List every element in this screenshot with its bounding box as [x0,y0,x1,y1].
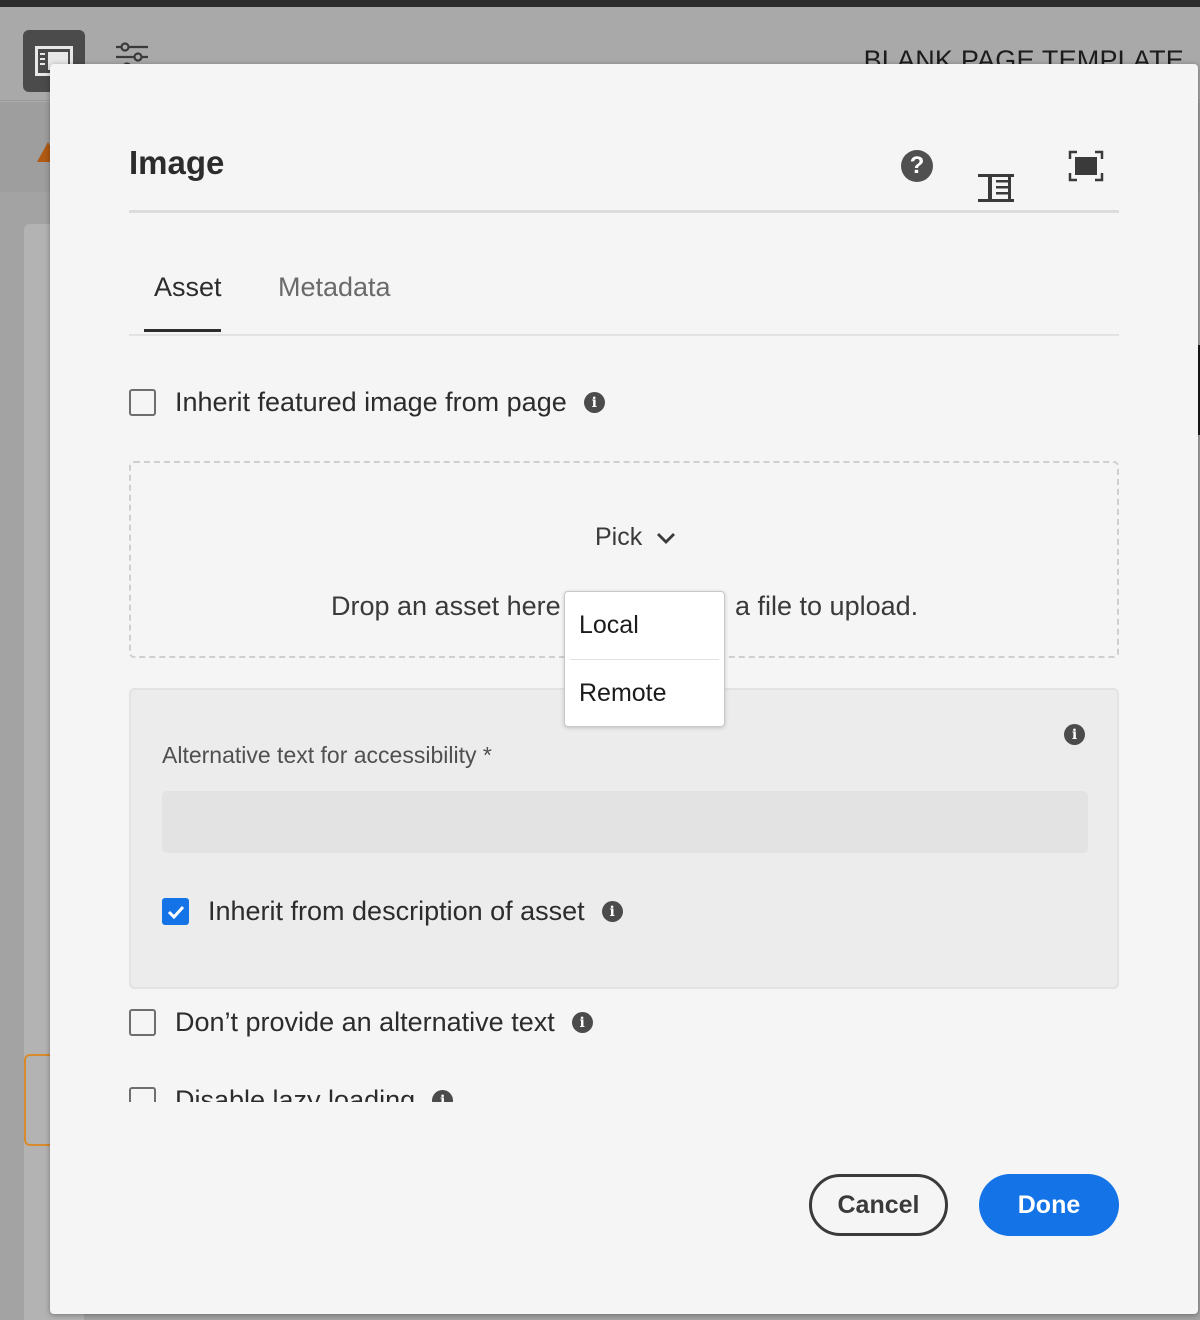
alt-text-input[interactable] [162,791,1088,853]
inherit-featured-checkbox[interactable] [129,389,156,416]
fullscreen-button[interactable] [1068,150,1104,182]
tabs-divider [129,334,1119,336]
fullscreen-icon [1068,150,1104,182]
cancel-button[interactable]: Cancel [809,1174,948,1236]
help-icon: ? [909,152,925,179]
scroll-clip: Disable lazy loading i [129,1080,729,1102]
resize-handle-icon [978,174,1014,202]
inherit-featured-row: Inherit featured image from page i [129,387,605,418]
tab-metadata[interactable]: Metadata [278,272,391,303]
menu-item-local[interactable]: Local [565,592,724,659]
header-divider [129,210,1119,213]
info-icon[interactable]: i [432,1090,454,1102]
lazy-loading-row: Disable lazy loading i [129,1085,454,1102]
inherit-featured-label: Inherit featured image from page [175,387,567,417]
image-dialog: Image ? Asset Metadata Inherit featured … [50,64,1198,1314]
resize-handle[interactable] [978,172,1016,204]
pick-button[interactable]: Pick [595,523,676,552]
window-top-strip [0,0,1200,7]
help-button[interactable]: ? [901,150,933,182]
no-alt-label: Don’t provide an alternative text [175,1007,555,1037]
lazy-loading-label: Disable lazy loading [175,1085,416,1102]
info-icon[interactable]: i [601,901,623,922]
dialog-title: Image [129,144,225,181]
no-alt-checkbox[interactable] [129,1009,156,1036]
alt-text-label: Alternative text for accessibility * [162,742,492,768]
info-icon[interactable]: i [583,392,605,413]
inherit-description-row: Inherit from description of asset i [162,896,623,927]
chevron-down-icon [657,532,676,544]
done-button[interactable]: Done [979,1174,1119,1236]
drop-text-start: Drop an asset here [331,591,561,621]
info-icon[interactable]: i [1064,724,1085,745]
inherit-description-label: Inherit from description of asset [208,896,585,926]
info-icon[interactable]: i [571,1012,593,1033]
checkmark-icon [167,905,184,919]
no-alt-row: Don’t provide an alternative text i [129,1007,593,1038]
drop-text-end: a file to upload. [735,591,919,621]
inherit-description-checkbox[interactable] [162,898,189,925]
pick-menu: Local Remote [564,591,725,727]
pick-label: Pick [595,523,643,551]
tab-active-indicator [144,329,221,332]
tab-asset[interactable]: Asset [154,272,222,303]
lazy-loading-checkbox[interactable] [129,1087,156,1102]
menu-item-remote[interactable]: Remote [565,660,724,727]
alt-text-panel: Alternative text for accessibility * i I… [129,688,1119,989]
